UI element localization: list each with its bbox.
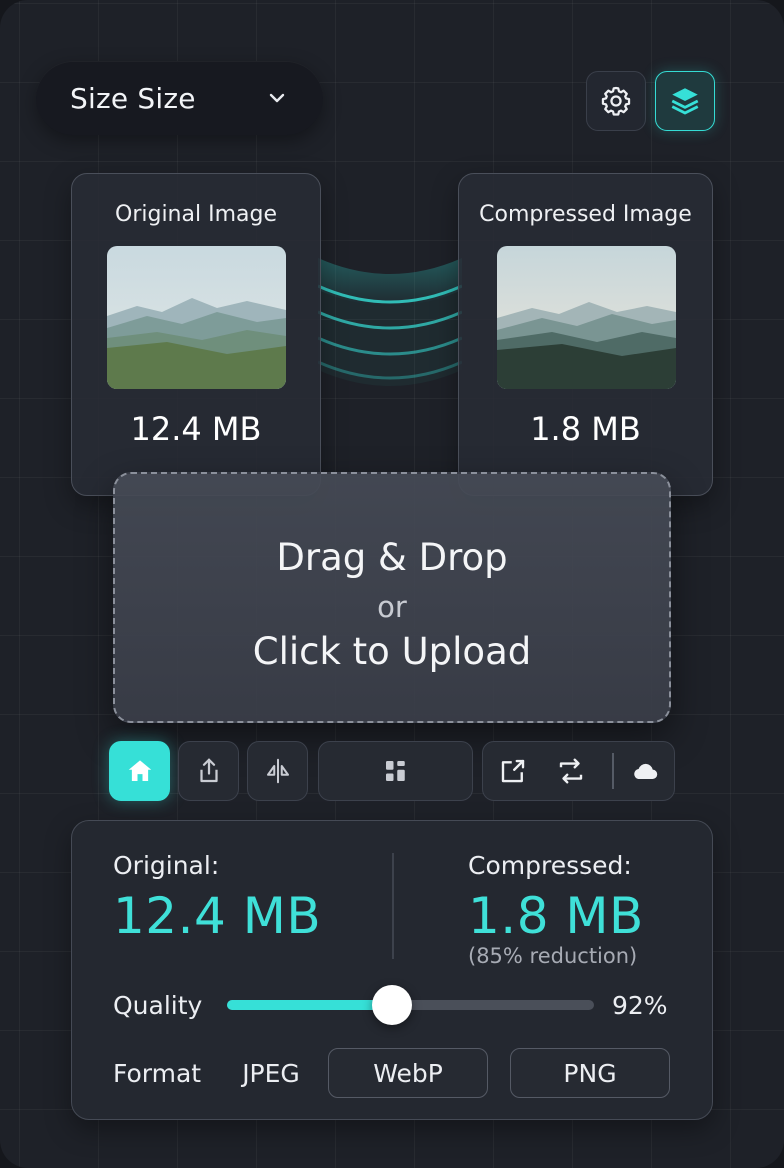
gear-icon (601, 86, 631, 116)
compression-waves-graphic (318, 258, 462, 386)
layers-icon (671, 88, 699, 115)
stats-divider (392, 853, 394, 959)
swap-button[interactable] (553, 742, 589, 800)
home-icon (128, 760, 151, 781)
compressed-image-thumbnail (497, 246, 676, 389)
quality-value: 92% (612, 991, 668, 1020)
settings-button[interactable] (586, 71, 646, 131)
compressed-size-value: 1.8 MB (468, 887, 644, 945)
cloud-icon (634, 763, 658, 780)
compare-button[interactable] (247, 741, 308, 801)
compression-stats-panel: Original: 12.4 MB Compressed: 1.8 MB (85… (71, 820, 713, 1120)
app-select-label: Size Size (70, 81, 196, 115)
original-image-size: 12.4 MB (130, 410, 262, 448)
quality-slider-thumb[interactable] (372, 985, 413, 1025)
cloud-button[interactable] (625, 742, 665, 800)
compressed-image-card[interactable]: Compressed Image 1.8 MB (458, 173, 713, 496)
original-size-label: Original: (113, 851, 220, 880)
reduction-text: (85% reduction) (468, 944, 638, 968)
tool-group (482, 741, 675, 801)
format-option-png[interactable]: PNG (510, 1048, 670, 1098)
quality-slider-fill (227, 1000, 393, 1010)
format-option-webp[interactable]: WebP (328, 1048, 488, 1098)
format-option-jpeg[interactable]: JPEG (230, 1048, 312, 1098)
quality-slider[interactable] (227, 985, 594, 1025)
app-window: Size Size Original Image 12.4 MB Compres… (0, 0, 784, 1168)
original-image-thumbnail (107, 246, 286, 389)
app-select-dropdown[interactable]: Size Size (36, 61, 323, 135)
crop-icon (501, 759, 525, 783)
original-size-value: 12.4 MB (113, 887, 322, 945)
original-image-card[interactable]: Original Image 12.4 MB (71, 173, 321, 496)
toolbar-divider (612, 753, 614, 789)
share-button[interactable] (178, 741, 239, 801)
layers-button[interactable] (655, 71, 715, 131)
chevron-down-icon (269, 93, 285, 103)
grid-icon (385, 761, 405, 781)
swap-icon (559, 758, 583, 784)
compressed-image-title: Compressed Image (479, 202, 692, 227)
original-image-title: Original Image (115, 202, 277, 227)
upload-dropzone[interactable]: Drag & Drop or Click to Upload (113, 472, 671, 723)
crop-button[interactable] (495, 742, 531, 800)
dropzone-or-text: or (377, 590, 407, 624)
compare-icon (266, 758, 289, 784)
compressed-size-label: Compressed: (468, 851, 632, 880)
dropzone-click-upload-text: Click to Upload (252, 630, 532, 673)
compressed-image-size: 1.8 MB (530, 410, 641, 448)
quality-label: Quality (113, 991, 203, 1020)
dropzone-drag-drop-text: Drag & Drop (276, 536, 508, 579)
grid-view-button[interactable] (318, 741, 473, 801)
format-label: Format (113, 1059, 202, 1088)
home-button[interactable] (109, 741, 170, 801)
share-icon (199, 758, 218, 783)
